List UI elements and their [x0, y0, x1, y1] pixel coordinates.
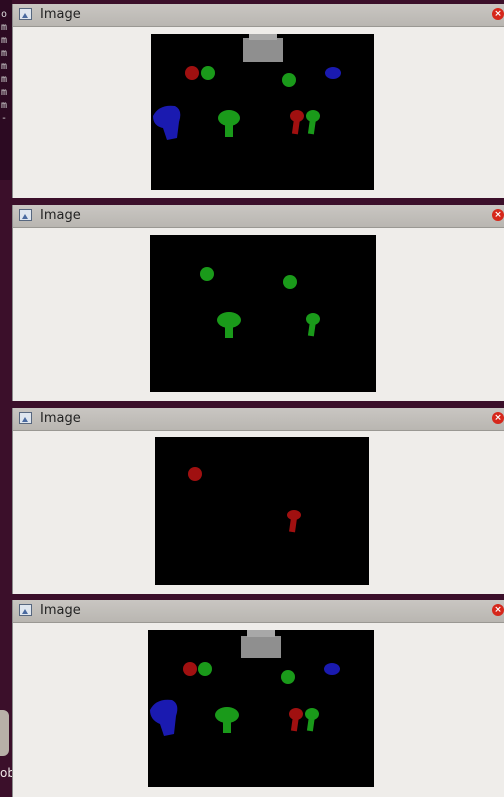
green-ball: [200, 267, 214, 281]
red-peg: [289, 708, 303, 732]
gray-box: [243, 34, 283, 62]
image-window-4[interactable]: Image ×: [12, 600, 504, 797]
green-peg: [217, 312, 241, 338]
image-window-3[interactable]: Image ×: [12, 408, 504, 594]
image-icon: [19, 8, 32, 20]
blue-blob: [150, 699, 178, 736]
scene-red-mask: [188, 467, 301, 533]
image-canvas: [148, 630, 374, 787]
green-ball: [198, 662, 212, 676]
terminal-line: m: [1, 74, 8, 85]
scene-green-mask: [200, 267, 320, 338]
terminal-line: -: [1, 113, 8, 124]
green-peg: [306, 313, 320, 337]
window-titlebar[interactable]: Image ×: [13, 4, 504, 27]
terminal-line: m: [1, 35, 8, 46]
image-window-1[interactable]: Image ×: [12, 4, 504, 198]
red-peg: [290, 110, 304, 135]
red-ball: [183, 662, 197, 676]
terminal-line: m: [1, 61, 8, 72]
scene-full: [153, 34, 341, 140]
blue-ball: [325, 67, 341, 79]
green-peg: [306, 110, 320, 135]
image-canvas: [150, 235, 376, 392]
image-icon: [19, 412, 32, 424]
terminal-line: m: [1, 22, 8, 33]
terminal-line: m: [1, 48, 8, 59]
green-ball: [283, 275, 297, 289]
close-button[interactable]: ×: [492, 412, 504, 424]
green-peg: [215, 707, 239, 733]
blue-blob: [153, 105, 181, 140]
scene-full: [150, 630, 340, 736]
blue-ball: [324, 663, 340, 675]
window-title: Image: [40, 208, 81, 223]
close-button[interactable]: ×: [492, 604, 504, 616]
window-titlebar[interactable]: Image ×: [13, 205, 504, 228]
launcher-app-icon[interactable]: [0, 710, 9, 756]
terminal-line: m: [1, 87, 8, 98]
red-ball: [188, 467, 202, 481]
terminal-line: o: [1, 9, 8, 20]
image-icon: [19, 209, 32, 221]
green-peg: [305, 708, 319, 732]
green-peg: [218, 110, 240, 137]
close-button[interactable]: ×: [492, 8, 504, 20]
green-ball: [281, 670, 295, 684]
gray-box: [241, 630, 281, 658]
red-peg: [287, 510, 301, 533]
image-canvas: [155, 437, 369, 585]
image-window-2[interactable]: Image ×: [12, 205, 504, 401]
green-ball: [201, 66, 215, 80]
window-title: Image: [40, 603, 81, 618]
window-title: Image: [40, 411, 81, 426]
close-button[interactable]: ×: [492, 209, 504, 221]
red-ball: [185, 66, 199, 80]
window-titlebar[interactable]: Image ×: [13, 600, 504, 623]
window-title: Image: [40, 7, 81, 22]
window-titlebar[interactable]: Image ×: [13, 408, 504, 431]
terminal-window: o m m m m m m m -: [0, 0, 12, 180]
terminal-line: m: [1, 100, 8, 111]
image-icon: [19, 604, 32, 616]
image-canvas: [151, 34, 374, 190]
green-ball: [282, 73, 296, 87]
